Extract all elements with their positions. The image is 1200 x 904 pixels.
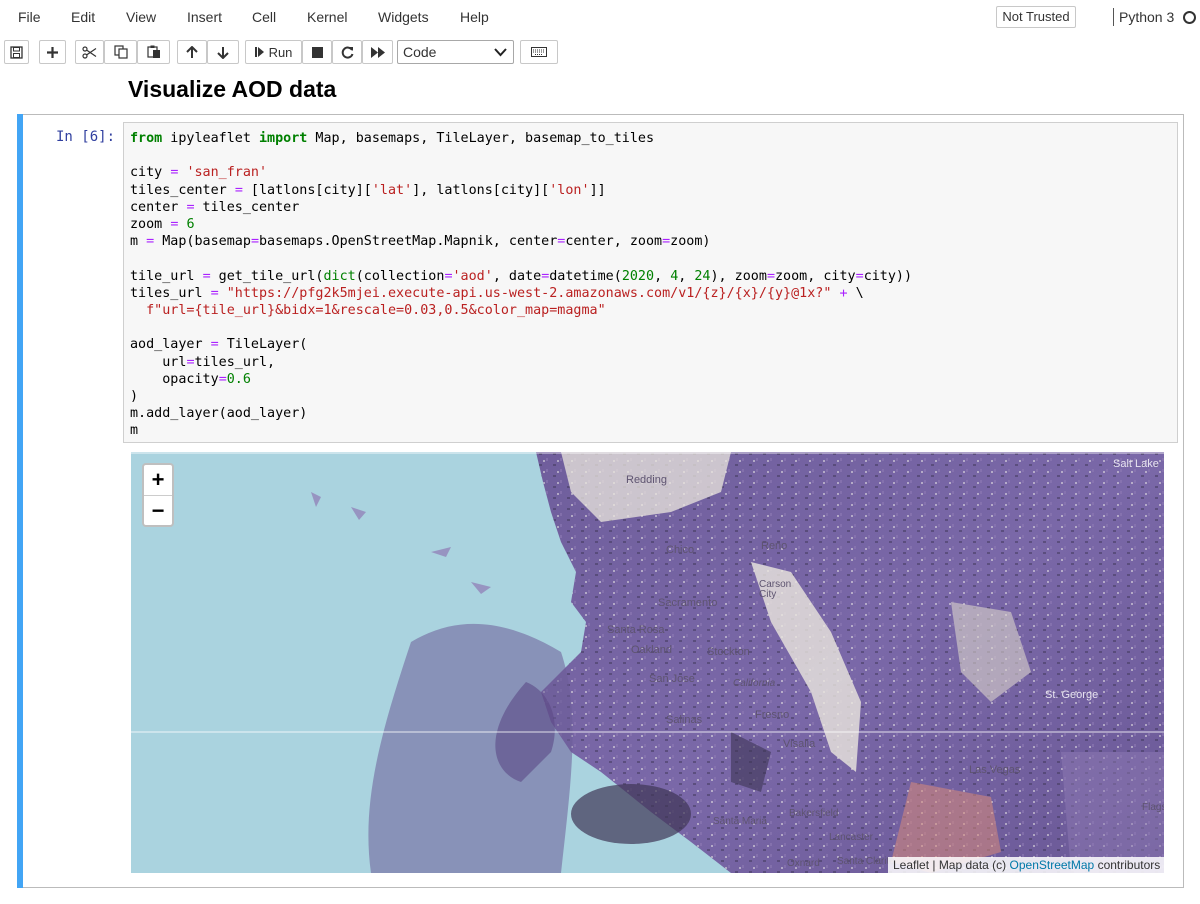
markdown-heading: Visualize AOD data: [128, 76, 337, 102]
restart-kernel-button[interactable]: [332, 40, 362, 64]
kernel-separator: [1113, 8, 1114, 26]
place-label: California: [733, 678, 776, 689]
attribution-suffix: contributors: [1094, 858, 1161, 872]
leaflet-map[interactable]: Redding Chico Reno Carson City Sacrament…: [131, 452, 1164, 873]
arrow-down-icon: [217, 46, 229, 59]
fast-forward-icon: [370, 46, 385, 58]
menu-help[interactable]: Help: [460, 9, 489, 25]
cell-type-value: Code: [403, 44, 437, 60]
place-label: Salinas: [666, 714, 703, 726]
cut-button[interactable]: [75, 40, 104, 64]
place-label: Redding: [626, 474, 667, 486]
openstreetmap-link[interactable]: OpenStreetMap: [1010, 858, 1095, 872]
cell-prompt: In [6]:: [56, 129, 116, 145]
move-down-button[interactable]: [207, 40, 239, 64]
menu-widgets[interactable]: Widgets: [378, 9, 429, 25]
menu-file[interactable]: File: [18, 9, 41, 25]
restart-icon: [341, 46, 353, 58]
place-label: Santa Maria: [713, 816, 767, 827]
place-label: Santa Clarita: [837, 856, 895, 867]
map-attribution: Leaflet | Map data (c) OpenStreetMap con…: [888, 857, 1166, 873]
place-label: Fresno: [755, 709, 790, 721]
place-label: Las Vegas: [969, 764, 1021, 776]
place-label: Sacramento: [658, 597, 718, 609]
code-text: from ipyleaflet import Map, basemaps, Ti…: [130, 131, 913, 439]
copy-icon: [113, 45, 128, 59]
cell-type-select[interactable]: Code: [397, 40, 514, 64]
menu-kernel[interactable]: Kernel: [307, 9, 347, 25]
place-label: St. George: [1045, 689, 1099, 701]
copy-button[interactable]: [104, 40, 137, 64]
move-up-button[interactable]: [177, 40, 207, 64]
menu-insert[interactable]: Insert: [187, 9, 222, 25]
place-label: Santa Rosa: [607, 624, 665, 636]
zoom-control: + −: [142, 463, 174, 527]
menu-edit[interactable]: Edit: [71, 9, 95, 25]
place-label: Oxnard: [787, 858, 820, 869]
place-label: San Jose: [649, 673, 695, 685]
step-forward-icon: [254, 47, 264, 57]
place-label: Lancaster: [829, 832, 873, 843]
not-trusted-button[interactable]: Not Trusted: [996, 6, 1076, 28]
place-label: Reno: [761, 540, 788, 552]
code-editor[interactable]: from ipyleaflet import Map, basemaps, Ti…: [123, 122, 1178, 443]
keyboard-icon: [531, 47, 547, 57]
menu-bar: File Edit View Insert Cell Kernel Widget…: [0, 0, 1200, 34]
zoom-in-button[interactable]: +: [144, 465, 172, 495]
interrupt-button[interactable]: [302, 40, 332, 64]
save-button[interactable]: [4, 40, 29, 64]
place-label: Flagstaff: [1142, 802, 1164, 813]
place-label: Chico: [666, 544, 695, 556]
plus-icon: [47, 46, 58, 58]
chevron-down-icon: [494, 48, 507, 57]
paste-button[interactable]: [137, 40, 170, 64]
arrow-up-icon: [186, 45, 198, 58]
zoom-out-button[interactable]: −: [144, 495, 172, 526]
toolbar: Run Code: [0, 34, 1200, 71]
place-label: Salt Lake: [1113, 458, 1159, 470]
selected-cell-indicator: [17, 114, 23, 888]
save-icon: [10, 45, 23, 59]
attribution-prefix: Leaflet | Map data (c): [893, 858, 1010, 872]
place-label: Stockton: [707, 646, 750, 658]
scissors-icon: [82, 45, 97, 59]
kernel-idle-indicator-icon: [1183, 11, 1196, 24]
run-label: Run: [268, 44, 293, 60]
insert-cell-button[interactable]: [39, 40, 66, 64]
paste-icon: [146, 45, 160, 58]
menu-view[interactable]: View: [126, 9, 156, 25]
place-label: Carson City: [759, 579, 792, 600]
run-button[interactable]: Run: [245, 40, 302, 64]
restart-run-all-button[interactable]: [362, 40, 393, 64]
place-label: Oakland: [631, 644, 672, 656]
place-label: Bakersfield: [789, 808, 839, 819]
map-tiles: [131, 452, 1164, 873]
place-label: Visalia: [783, 738, 816, 750]
menu-cell[interactable]: Cell: [252, 9, 276, 25]
kernel-name[interactable]: Python 3: [1119, 9, 1174, 25]
command-palette-button[interactable]: [520, 40, 558, 64]
stop-icon: [311, 46, 323, 58]
